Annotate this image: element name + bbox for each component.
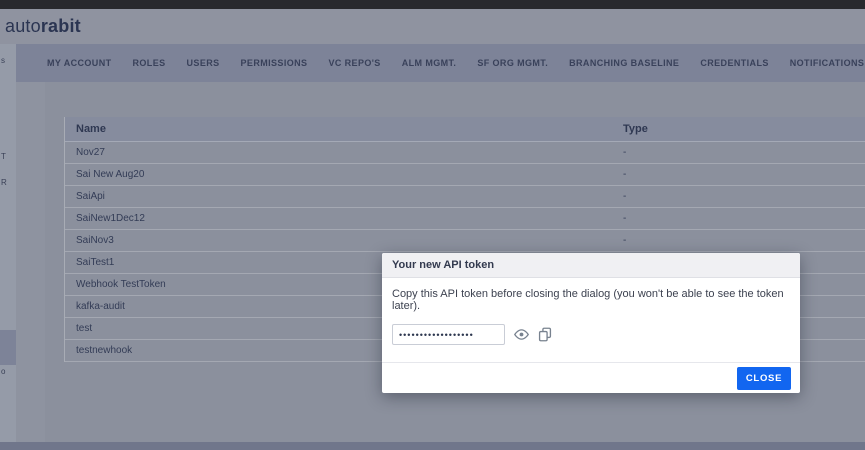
tab-notifications[interactable]: NOTIFICATIONS xyxy=(790,58,865,68)
table-row[interactable]: Nov27 - xyxy=(65,142,865,164)
page-bottom-edge xyxy=(0,442,865,450)
column-header-name: Name xyxy=(65,123,623,135)
token-name-cell: Nov27 xyxy=(65,147,623,158)
tab-roles[interactable]: ROLES xyxy=(133,58,166,68)
dialog-message: Copy this API token before closing the d… xyxy=(392,288,790,312)
cutoff-left-sidebar xyxy=(0,44,16,442)
new-api-token-dialog: Your new API token Copy this API token b… xyxy=(382,253,800,393)
app-header: autorabit xyxy=(0,9,865,44)
token-type-cell: - xyxy=(623,213,626,224)
sidebar-active-item-edge[interactable] xyxy=(0,330,16,365)
autorabit-logo[interactable]: autorabit xyxy=(5,16,81,37)
token-type-cell: - xyxy=(623,235,626,246)
table-row[interactable]: SaiNov3 - xyxy=(65,230,865,252)
reveal-token-eye-icon[interactable] xyxy=(513,328,530,341)
token-name-cell: SaiApi xyxy=(65,191,623,202)
token-name-cell: SaiNew1Dec12 xyxy=(65,213,623,224)
dialog-header: Your new API token xyxy=(382,253,800,278)
settings-nav-tabs: MY ACCOUNT ROLES USERS PERMISSIONS VC RE… xyxy=(0,44,865,82)
tab-vc-repos[interactable]: VC REPO'S xyxy=(328,58,380,68)
dialog-title: Your new API token xyxy=(392,259,494,271)
table-row[interactable]: SaiApi - xyxy=(65,186,865,208)
sidebar-content-gap xyxy=(16,82,45,442)
tab-permissions[interactable]: PERMISSIONS xyxy=(241,58,308,68)
token-row xyxy=(392,324,790,345)
sidebar-text-fragment: o xyxy=(1,367,5,376)
token-type-cell: - xyxy=(623,147,626,158)
copy-token-icon[interactable] xyxy=(538,327,552,342)
tab-alm-mgmt[interactable]: ALM MGMT. xyxy=(402,58,457,68)
logo-text-light: auto xyxy=(5,16,41,36)
tab-users[interactable]: USERS xyxy=(187,58,220,68)
token-type-cell: - xyxy=(623,191,626,202)
tab-branching-baseline[interactable]: BRANCHING BASELINE xyxy=(569,58,679,68)
browser-chrome-bar xyxy=(0,0,865,9)
tab-my-account[interactable]: MY ACCOUNT xyxy=(47,58,112,68)
token-name-cell: Sai New Aug20 xyxy=(65,169,623,180)
token-type-cell: - xyxy=(623,169,626,180)
logo-text-bold: rabit xyxy=(41,16,81,36)
tab-sf-org-mgmt[interactable]: SF ORG MGMT. xyxy=(477,58,548,68)
table-row[interactable]: SaiNew1Dec12 - xyxy=(65,208,865,230)
token-name-cell: SaiNov3 xyxy=(65,235,623,246)
dialog-body: Copy this API token before closing the d… xyxy=(382,278,800,345)
close-dialog-button[interactable]: CLOSE xyxy=(737,367,791,390)
sidebar-text-fragment: s xyxy=(1,56,5,65)
column-header-type: Type xyxy=(623,123,648,135)
sidebar-text-fragment: R xyxy=(1,178,7,187)
api-token-masked-input[interactable] xyxy=(392,324,505,345)
table-row[interactable]: Sai New Aug20 - xyxy=(65,164,865,186)
app-screen: autorabit MY ACCOUNT ROLES USERS PERMISS… xyxy=(0,0,865,450)
sidebar-text-fragment: T xyxy=(1,152,6,161)
dialog-footer: CLOSE xyxy=(382,362,800,393)
table-header-row: Name Type xyxy=(65,117,865,142)
tab-credentials[interactable]: CREDENTIALS xyxy=(700,58,768,68)
